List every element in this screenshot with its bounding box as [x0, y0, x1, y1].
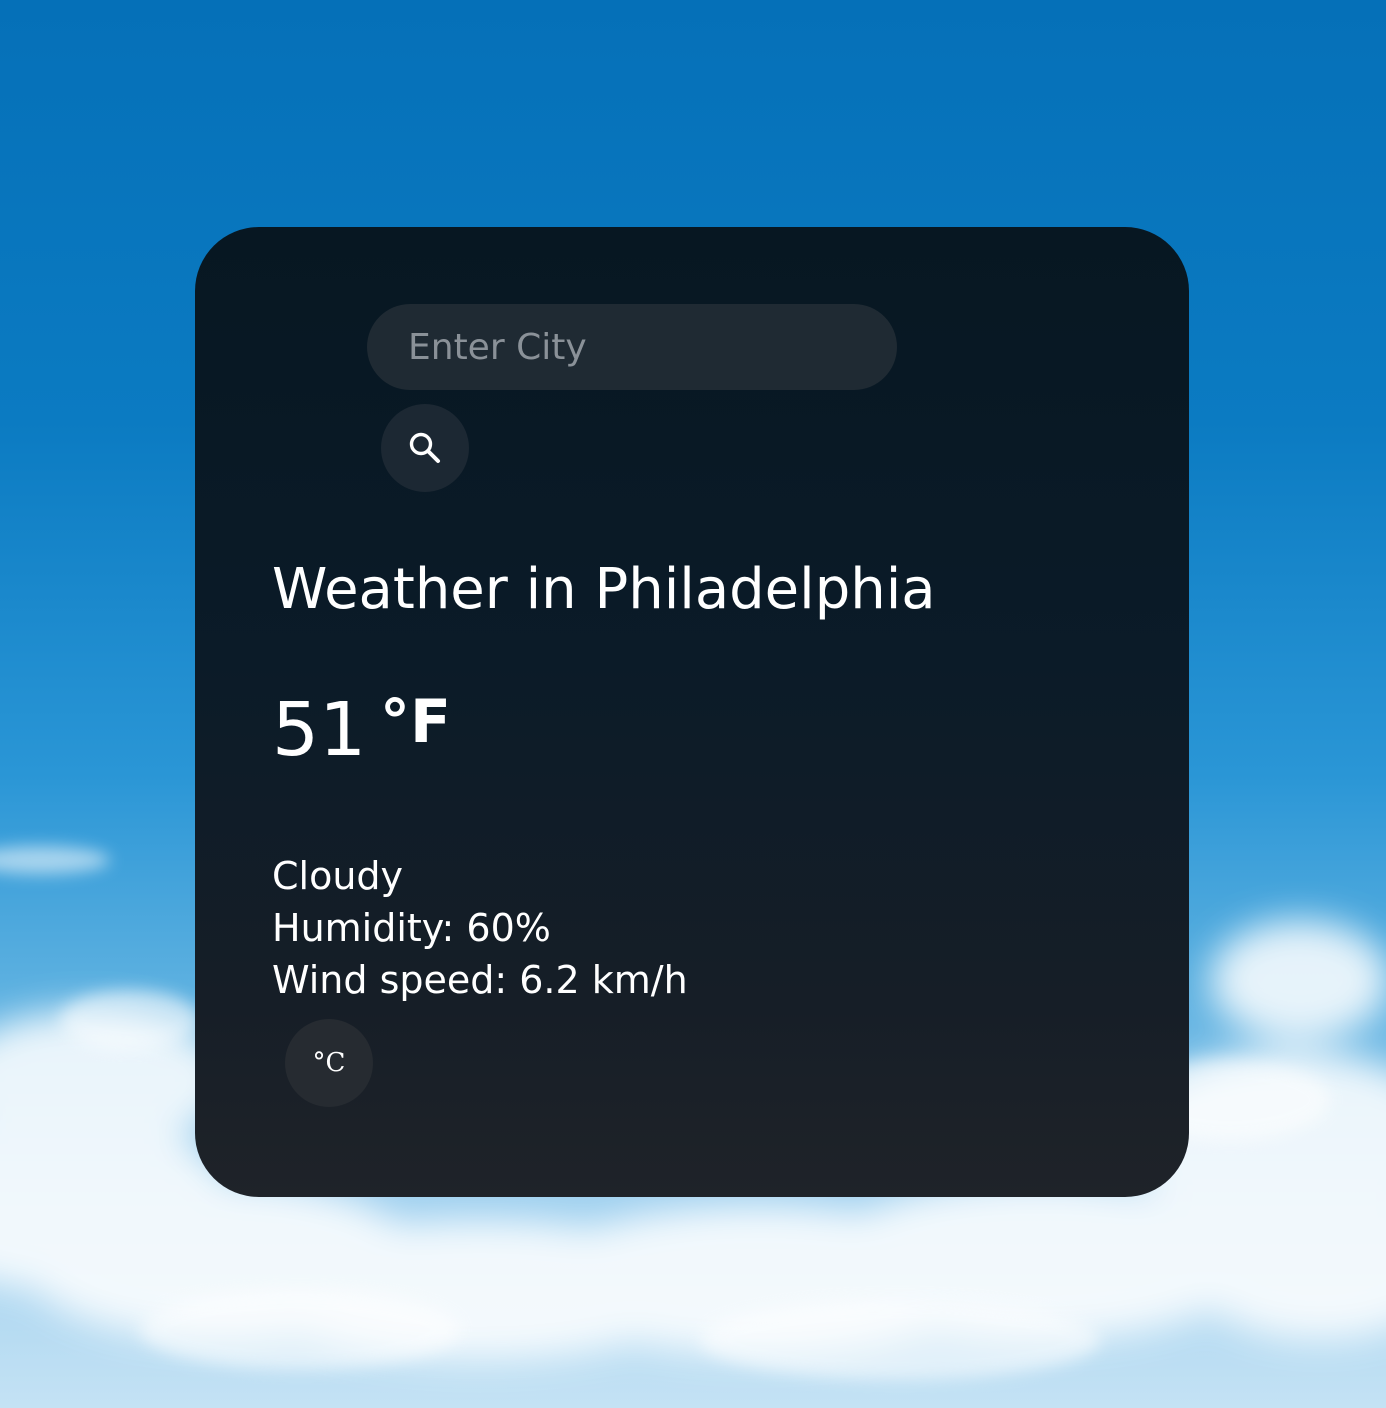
weather-description: Cloudy [272, 854, 404, 898]
temperature-unit: °F [380, 687, 451, 757]
wind-speed-text: Wind speed: 6.2 km/h [272, 958, 688, 1002]
search-button[interactable] [381, 404, 469, 492]
city-search-input[interactable] [367, 304, 897, 390]
celsius-toggle-button[interactable]: °C [285, 1019, 373, 1107]
humidity-text: Humidity: 60% [272, 906, 551, 950]
search-icon [409, 432, 440, 463]
temperature-value: 51 [272, 687, 367, 773]
weather-card: Weather in Philadelphia 51 °F Cloudy Hum… [195, 227, 1189, 1197]
city-title: Weather in Philadelphia [272, 557, 936, 622]
